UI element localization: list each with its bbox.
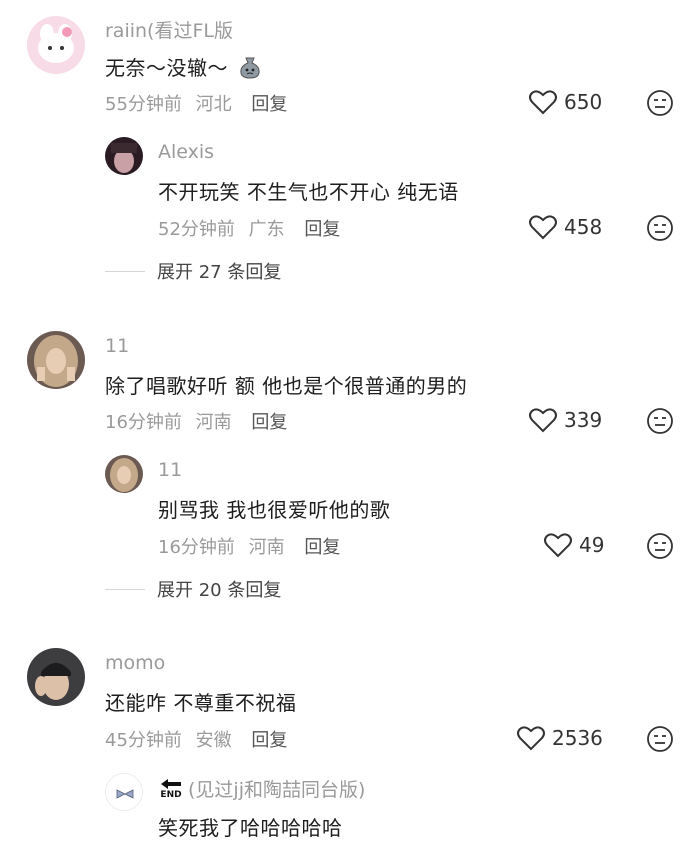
dislike-face-icon[interactable]	[646, 89, 674, 117]
heart-icon	[529, 408, 557, 433]
expand-replies-label: 展开 20 条回复	[157, 580, 282, 601]
location: 河北	[195, 94, 232, 115]
comment-meta: 45分钟前 安徽 回复	[105, 726, 287, 752]
avatar[interactable]	[27, 16, 85, 74]
end-badge-icon: END	[160, 778, 182, 800]
dislike-face-icon[interactable]	[646, 725, 674, 753]
timestamp: 45分钟前	[105, 730, 182, 751]
comment-meta: 52分钟前 广东 回复	[158, 215, 340, 241]
like-count: 650	[564, 89, 603, 114]
expand-replies-label: 展开 27 条回复	[157, 262, 282, 283]
heart-icon	[529, 215, 557, 240]
like-count: 2536	[552, 725, 603, 750]
username[interactable]: momo	[105, 652, 165, 674]
comment-meta: 55分钟前 河北 回复	[105, 90, 287, 116]
heart-icon	[517, 726, 545, 751]
like-count: 339	[564, 407, 603, 432]
reply-button[interactable]: 回复	[251, 730, 287, 751]
comment-text: 不开玩笑 不生气也不开心 纯无语	[158, 180, 459, 204]
reply-button[interactable]: 回复	[251, 412, 287, 433]
username[interactable]: (见过jj和陶喆同台版)	[188, 775, 365, 802]
avatar[interactable]	[105, 137, 143, 175]
timestamp: 55分钟前	[105, 94, 182, 115]
expand-replies-button[interactable]: 展开 27 条回复	[105, 258, 281, 284]
username[interactable]: 11	[158, 459, 182, 481]
timestamp: 52分钟前	[158, 219, 235, 240]
like-count: 458	[564, 214, 603, 239]
avatar[interactable]	[105, 773, 143, 811]
comment-text: 笑死我了哈哈哈哈哈	[158, 816, 343, 840]
dislike-face-icon[interactable]	[646, 532, 674, 560]
heart-icon	[529, 90, 557, 115]
timestamp: 16分钟前	[158, 537, 235, 558]
like-button[interactable]: 458	[528, 213, 602, 240]
comment-meta: 16分钟前 河南 回复	[105, 408, 287, 434]
like-button[interactable]: 650	[528, 88, 602, 115]
like-count: 49	[579, 532, 605, 557]
like-button[interactable]: 2536	[516, 724, 603, 751]
comment-text-content: 无奈～没辙～	[105, 56, 228, 80]
comment-text: 别骂我 我也很爱听他的歌	[158, 498, 391, 522]
like-button[interactable]: 49	[543, 531, 604, 558]
dislike-face-icon[interactable]	[646, 407, 674, 435]
location: 河南	[248, 537, 285, 558]
username[interactable]: Alexis	[158, 141, 214, 163]
like-button[interactable]: 339	[528, 406, 602, 433]
reply-button[interactable]: 回复	[304, 537, 340, 558]
username-row: END (见过jj和陶喆同台版)	[160, 775, 365, 802]
avatar[interactable]	[27, 331, 85, 389]
comment-text: 无奈～没辙～	[105, 52, 263, 85]
expand-replies-button[interactable]: 展开 20 条回复	[105, 576, 281, 602]
username[interactable]: 11	[105, 335, 129, 357]
heart-icon	[544, 533, 572, 558]
comment-text: 还能咋 不尊重不祝福	[105, 691, 297, 715]
location: 河南	[195, 412, 232, 433]
location: 安徽	[195, 730, 232, 751]
timestamp: 16分钟前	[105, 412, 182, 433]
avatar[interactable]	[105, 455, 143, 493]
comment-text: 除了唱歌好听 额 他也是个很普通的男的	[105, 374, 468, 398]
avatar[interactable]	[27, 648, 85, 706]
reply-button[interactable]: 回复	[304, 219, 340, 240]
dislike-face-icon[interactable]	[646, 214, 674, 242]
divider	[105, 270, 145, 272]
reply-button[interactable]: 回复	[251, 94, 287, 115]
username[interactable]: raiin(看过FL版	[105, 16, 233, 43]
money-bag-emoji-icon	[237, 54, 263, 85]
divider	[105, 588, 145, 590]
end-badge-text: END	[160, 789, 182, 800]
location: 广东	[248, 219, 285, 240]
comment-meta: 16分钟前 河南 回复	[158, 533, 340, 559]
